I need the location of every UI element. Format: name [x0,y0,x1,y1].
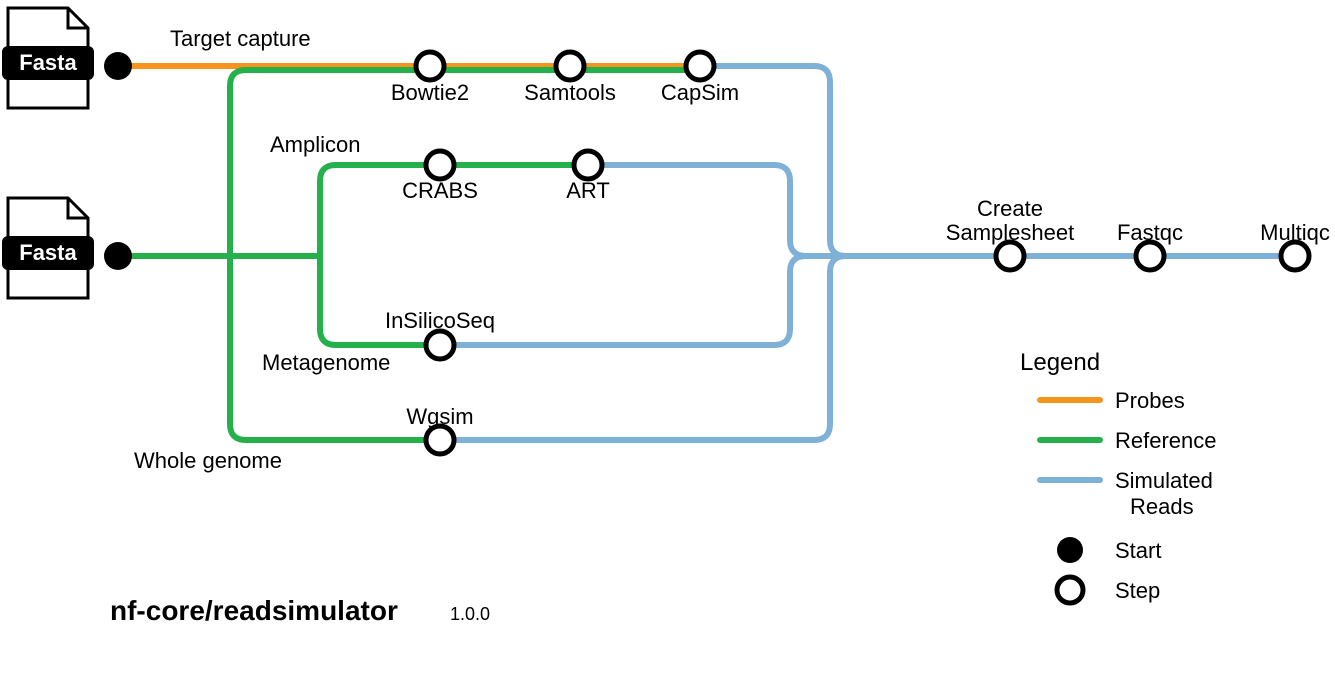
edge-sim-from-insilicoseq [440,256,1010,345]
file-icon-probes: Fasta [2,8,94,108]
step-label-samtools: Samtools [524,80,616,105]
step-node-art [574,151,602,179]
legend-label-simulated-2: Reads [1130,494,1194,519]
step-node-fastqc [1136,242,1164,270]
step-node-samtools [556,52,584,80]
legend-title: Legend [1020,349,1100,376]
page-title: nf-core/readsimulator [110,595,398,626]
legend: Legend Probes Reference Simulated Reads … [1020,349,1217,603]
branch-label-metagenome: Metagenome [262,350,390,375]
file-label-reference: Fasta [19,240,77,265]
legend-label-step: Step [1115,578,1160,603]
page-version: 1.0.0 [450,604,490,624]
step-label-fastqc: Fastqc [1117,220,1183,245]
pipeline-diagram: Fasta Fasta Target capture Amplicon Meta… [0,0,1335,675]
step-label-multiqc: Multiqc [1260,220,1330,245]
legend-label-probes: Probes [1115,388,1185,413]
step-node-bowtie2 [416,52,444,80]
step-label-crabs: CRABS [402,178,478,203]
step-label-wgsim: Wgsim [406,404,473,429]
legend-swatch-step [1057,577,1083,603]
step-label-create: Create [977,196,1043,221]
start-node-probes [104,52,132,80]
step-node-crabs [426,151,454,179]
legend-label-reference: Reference [1115,428,1217,453]
step-label-samplesheet: Samplesheet [946,220,1074,245]
start-node-reference [104,242,132,270]
legend-label-start: Start [1115,538,1161,563]
branch-label-amplicon: Amplicon [270,132,360,157]
legend-swatch-start [1057,537,1083,563]
step-label-bowtie2: Bowtie2 [391,80,469,105]
step-node-capsim [686,52,714,80]
file-label-probes: Fasta [19,50,77,75]
legend-label-simulated-1: Simulated [1115,468,1213,493]
step-label-art: ART [566,178,610,203]
step-node-multiqc [1281,242,1309,270]
branch-label-whole-genome: Whole genome [134,448,282,473]
step-label-capsim: CapSim [661,80,739,105]
file-icon-reference: Fasta [2,198,94,298]
step-node-insilicoseq [426,331,454,359]
branch-label-target-capture: Target capture [170,26,311,51]
step-node-create-samplesheet [996,242,1024,270]
step-label-insilicoseq: InSilicoSeq [385,308,495,333]
step-node-wgsim [426,426,454,454]
